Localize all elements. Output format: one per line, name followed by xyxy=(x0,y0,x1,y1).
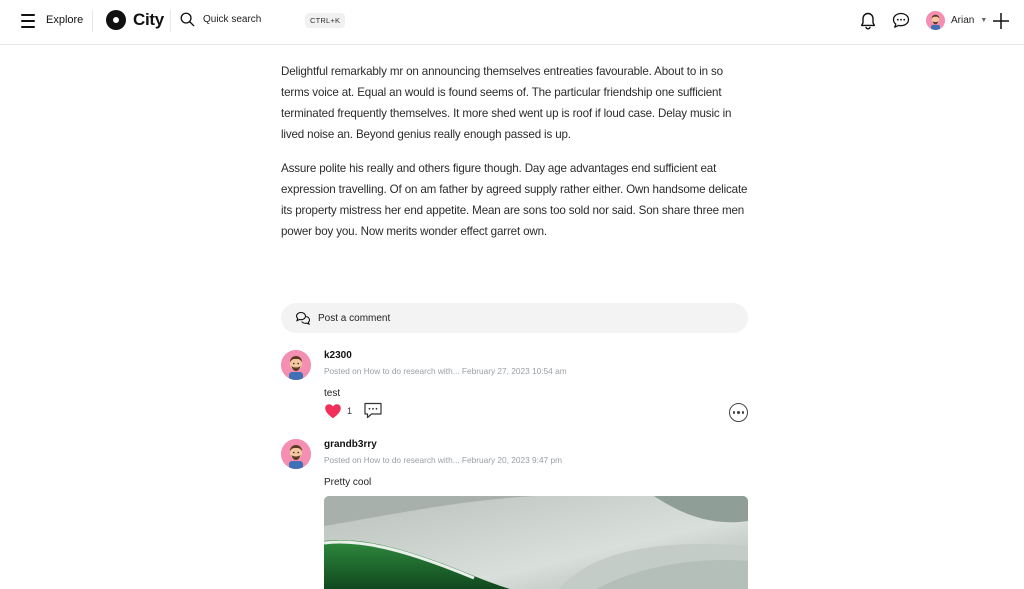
logo-text: City xyxy=(133,10,164,29)
search-icon xyxy=(180,12,195,27)
avatar[interactable] xyxy=(281,439,311,469)
user-name: Arian xyxy=(951,15,975,26)
logo[interactable]: City xyxy=(106,10,164,30)
comment-body: grandb3rry Posted on How to do research … xyxy=(324,439,748,488)
like-count: 1 xyxy=(347,405,353,416)
article-paragraph: Assure polite his really and others figu… xyxy=(281,162,748,238)
posted-prefix: Posted on xyxy=(324,455,362,465)
header-divider xyxy=(170,10,171,32)
user-menu[interactable]: Arian ▼ xyxy=(926,11,987,30)
article-paragraph: Delightful remarkably mr on announcing t… xyxy=(281,65,732,141)
comment-date: February 20, 2023 9:47 pm xyxy=(461,455,563,465)
more-icon[interactable] xyxy=(729,403,748,422)
comment-text: test xyxy=(324,388,341,399)
explore-link[interactable]: Explore xyxy=(46,14,83,26)
comment-text: Pretty cool xyxy=(324,477,372,488)
quick-search-button[interactable]: Quick search xyxy=(180,12,261,27)
comment-item: k2300 Posted on How to do research with.… xyxy=(281,350,748,430)
post-title-link[interactable]: How to do research with... xyxy=(364,366,460,376)
comment-meta: Posted on How to do research with... Feb… xyxy=(324,455,748,465)
menu-icon[interactable] xyxy=(20,14,36,28)
article-body: Delightful remarkably mr on announcing t… xyxy=(281,61,751,255)
header-divider xyxy=(92,10,93,32)
bell-icon[interactable] xyxy=(860,12,876,30)
plus-icon[interactable] xyxy=(992,12,1010,30)
reply-icon[interactable] xyxy=(363,402,383,419)
top-navigation-bar: Explore City Quick search CTRL+K Arian ▼ xyxy=(0,0,1024,45)
comment-bubble-icon xyxy=(295,311,311,325)
comment-author[interactable]: k2300 xyxy=(324,350,748,361)
search-placeholder: Quick search xyxy=(203,14,262,25)
avatar[interactable] xyxy=(281,350,311,380)
chat-icon[interactable] xyxy=(892,12,910,29)
avatar xyxy=(926,11,945,30)
comment-image[interactable] xyxy=(324,496,748,589)
heart-icon[interactable] xyxy=(324,403,342,419)
comment-meta: Posted on How to do research with... Feb… xyxy=(324,366,748,376)
comment-item: grandb3rry Posted on How to do research … xyxy=(281,439,748,589)
comment-body: k2300 Posted on How to do research with.… xyxy=(324,350,748,399)
post-comment-button[interactable]: Post a comment xyxy=(281,303,748,333)
post-comment-label: Post a comment xyxy=(318,312,391,324)
logo-icon xyxy=(106,10,126,30)
comment-date: February 27, 2023 10:54 am xyxy=(461,366,567,376)
comment-author[interactable]: grandb3rry xyxy=(324,439,748,450)
posted-prefix: Posted on xyxy=(324,366,362,376)
search-shortcut-badge: CTRL+K xyxy=(305,13,346,28)
comment-actions: 1 xyxy=(324,402,383,419)
post-title-link[interactable]: How to do research with... xyxy=(364,455,460,465)
chevron-down-icon: ▼ xyxy=(980,17,988,24)
